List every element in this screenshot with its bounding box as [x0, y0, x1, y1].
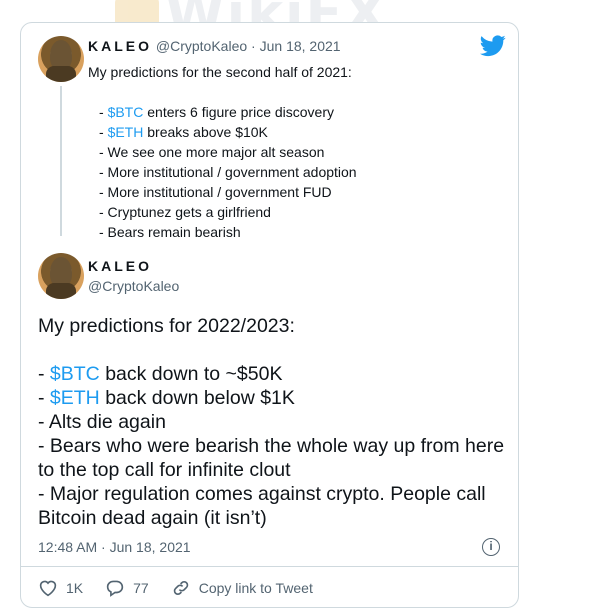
- like-count: 1K: [66, 580, 84, 596]
- quoted-separator: ·: [251, 38, 260, 54]
- link-icon: [173, 581, 188, 595]
- heart-icon: [39, 580, 57, 597]
- tweet-line-bears: - Bears who were bearish the whole way u…: [38, 435, 505, 481]
- tweet-text: My predictions for 2022/2023: - $BTC bac…: [38, 314, 508, 530]
- author-name[interactable]: KALEO: [88, 258, 152, 274]
- divider: [21, 566, 518, 567]
- tweet-line-regulation: - Major regulation comes against crypto.…: [38, 483, 486, 529]
- tweet-spacer: [38, 338, 508, 362]
- like-button[interactable]: 1K: [38, 579, 83, 597]
- tweet-timestamp[interactable]: 12:48 AM · Jun 18, 2021: [38, 539, 191, 555]
- action-bar: 1K 77 Copy link to Tweet: [38, 579, 335, 597]
- tweet-line-eth: - $ETH back down below $1K: [38, 387, 295, 409]
- list-item: - $ETH breaks above $10K: [99, 124, 268, 140]
- tweet-line-alts: - Alts die again: [38, 411, 166, 433]
- reply-count: 77: [133, 580, 149, 596]
- twitter-bird-icon[interactable]: [480, 35, 506, 57]
- list-item: - We see one more major alt season: [99, 144, 325, 160]
- quoted-date[interactable]: Jun 18, 2021: [260, 38, 341, 54]
- quoted-avatar[interactable]: [38, 36, 84, 82]
- reply-icon: [106, 580, 124, 597]
- quoted-header: KALEO @CryptoKaleo · Jun 18, 2021: [88, 38, 341, 54]
- info-icon[interactable]: i: [482, 538, 500, 556]
- eth-link[interactable]: $ETH: [50, 387, 100, 409]
- quoted-intro: My predictions for the second half of 20…: [88, 64, 352, 80]
- thread-line: [60, 86, 62, 236]
- author-handle[interactable]: @CryptoKaleo: [88, 278, 179, 294]
- list-item: - Cryptunez gets a girlfriend: [99, 204, 271, 220]
- tweet-line-btc: - $BTC back down to ~$50K: [38, 363, 283, 385]
- copy-link-button[interactable]: Copy link to Tweet: [171, 579, 313, 597]
- list-item: - More institutional / government FUD: [99, 184, 332, 200]
- btc-link[interactable]: $BTC: [50, 363, 100, 385]
- author-avatar[interactable]: [38, 253, 84, 299]
- reply-button[interactable]: 77: [105, 579, 149, 597]
- ticker-link[interactable]: $ETH: [108, 124, 144, 140]
- ticker-link[interactable]: $BTC: [108, 104, 144, 120]
- list-item: - $BTC enters 6 figure price discovery: [99, 104, 334, 120]
- list-item: - More institutional / government adopti…: [99, 164, 357, 180]
- quoted-list: - $BTC enters 6 figure price discovery -…: [99, 102, 357, 242]
- copy-link-label: Copy link to Tweet: [198, 580, 313, 596]
- quoted-handle[interactable]: @CryptoKaleo: [156, 38, 247, 54]
- tweet-intro: My predictions for 2022/2023:: [38, 315, 295, 337]
- list-item: - Bears remain bearish: [99, 224, 241, 240]
- quoted-name[interactable]: KALEO: [88, 38, 152, 54]
